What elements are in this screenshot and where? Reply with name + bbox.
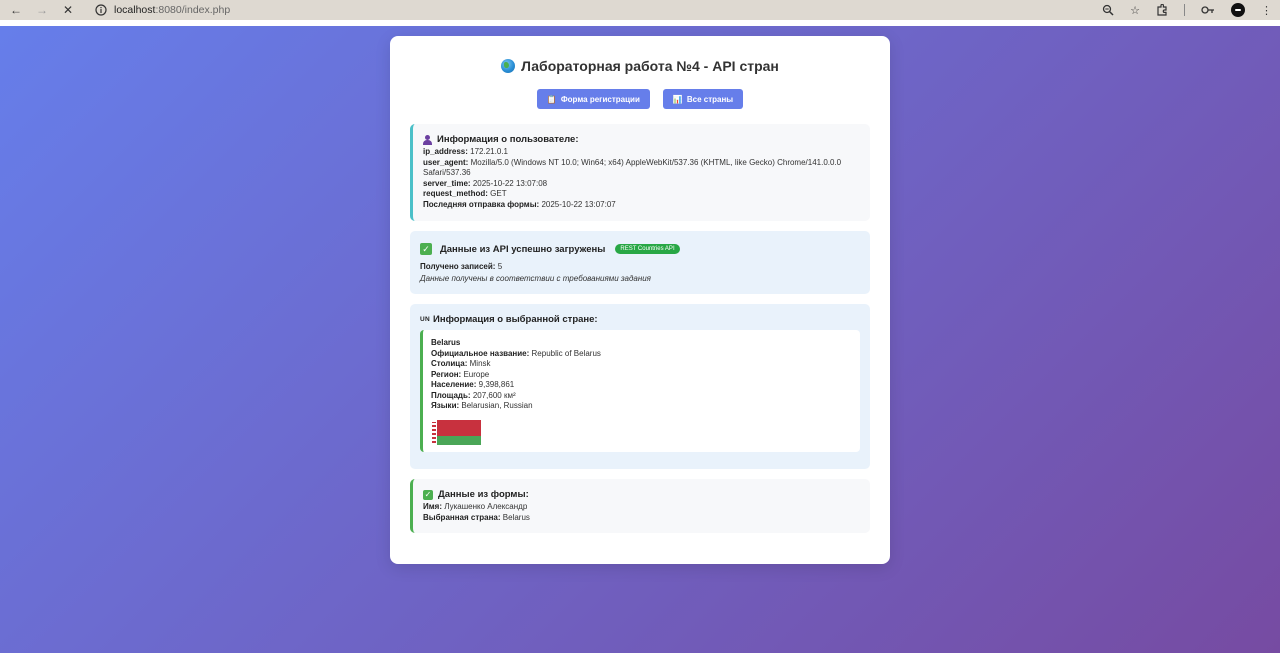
form-data-section: ✓ Данные из формы: Имя: Лукашенко Алекса… [410,479,870,533]
area-row: Площадь: 207,600 км² [431,390,516,400]
page-title: Лабораторная работа №4 - API стран [410,58,870,74]
browser-toolbar: ← → ✕ localhost:8080/index.php ☆ ⋮ [0,0,1280,20]
flag-ornament [431,419,437,445]
all-countries-button[interactable]: 📊 Все страны [662,89,744,109]
country-card: Belarus Официальное название: Republic o… [420,330,860,452]
password-key-icon[interactable] [1201,5,1215,15]
user-icon [423,134,432,145]
forward-icon[interactable]: → [32,0,52,20]
api-status-section: ✓ Данные из API успешно загружены REST C… [410,231,870,294]
extensions-icon[interactable] [1156,4,1168,16]
request-method-row: request_method: GET [423,189,507,198]
country-name: Belarus [431,338,461,347]
population-row: Население: 9,398,861 [431,380,515,389]
nav-buttons: 📋 Форма регистрации 📊 Все страны [410,89,870,109]
bookmark-star-icon[interactable]: ☆ [1130,4,1140,17]
registration-form-button[interactable]: 📋 Форма регистрации [536,89,650,109]
memo-icon: 📋 [546,94,557,104]
country-info-section: UN Информация о выбранной стране: Belaru… [410,304,870,469]
zoom-icon[interactable] [1102,4,1114,16]
page-background: Лабораторная работа №4 - API стран 📋 Фор… [0,26,1280,653]
un-flag-icon: UN [420,316,430,323]
api-source-badge: REST Countries API [615,244,680,254]
url-text[interactable]: localhost:8080/index.php [114,4,230,16]
flag-red-band [437,419,481,437]
check-icon: ✓ [420,243,432,255]
last-submission-row: Последняя отправка формы: 2025-10-22 13:… [423,199,616,209]
address-bar[interactable]: localhost:8080/index.php [94,3,230,17]
api-status-heading: ✓ Данные из API успешно загружены REST C… [420,243,860,255]
server-time-row: server_time: 2025-10-22 13:07:08 [423,178,548,188]
user-info-heading: Информация о пользователе: [423,134,860,145]
globe-icon [501,59,516,73]
user-agent-row: user_agent: Mozilla/5.0 (Windows NT 10.0… [423,157,842,178]
records-count-row: Получено записей: 5 [420,262,503,271]
toolbar-divider [1184,4,1185,16]
check-icon: ✓ [423,489,433,500]
flag-green-band [437,436,481,445]
site-info-icon[interactable] [94,3,108,17]
form-country-row: Выбранная страна: Belarus [423,512,530,522]
menu-kebab-icon[interactable]: ⋮ [1261,4,1272,17]
main-card: Лабораторная работа №4 - API стран 📋 Фор… [390,36,890,564]
capital-row: Столица: Minsk [431,359,491,368]
country-info-heading: UN Информация о выбранной стране: [420,314,598,325]
stop-loading-icon[interactable]: ✕ [58,0,78,20]
profile-avatar-icon[interactable] [1231,3,1245,17]
form-name-row: Имя: Лукашенко Александр [423,502,528,511]
form-data-heading: ✓ Данные из формы: [423,489,529,500]
user-info-section: Информация о пользователе: ip_address: 1… [410,124,870,221]
official-name-row: Официальное название: Republic of Belaru… [431,348,601,358]
api-note: Данные получены в соответствии с требова… [420,273,651,283]
belarus-flag-image [431,419,481,445]
ip-address-row: ip_address: 172.21.0.1 [423,147,508,156]
back-icon[interactable]: ← [6,0,26,20]
languages-row: Языки: Belarusian, Russian [431,401,533,410]
chart-icon: 📊 [672,94,683,104]
region-row: Регион: Europe [431,369,490,379]
